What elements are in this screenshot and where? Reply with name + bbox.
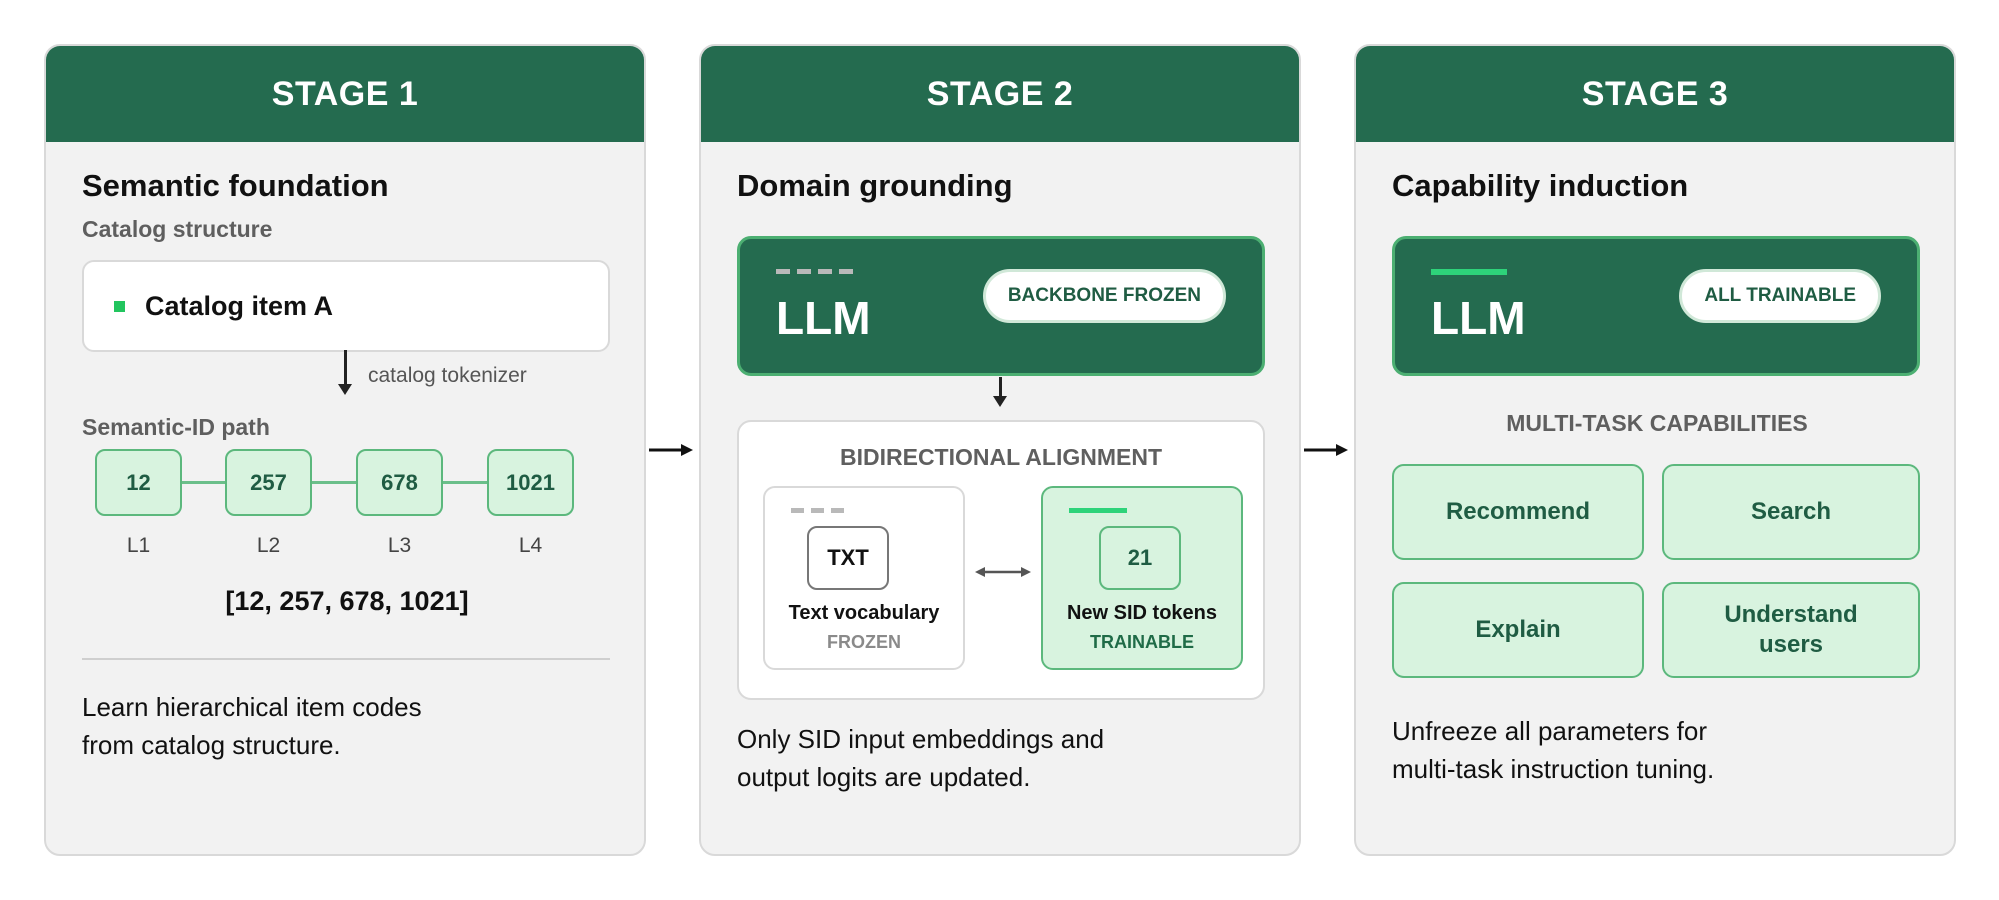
sid-array: [12, 257, 678, 1021] bbox=[225, 586, 469, 616]
new-sid-tokens-label: New SID tokens bbox=[1066, 602, 1218, 624]
stage-2-header: STAGE 2 bbox=[701, 46, 1299, 142]
stage-1-desc-line-1: Learn hierarchical item codes bbox=[82, 692, 422, 722]
stage-1-desc-line-2: from catalog structure. bbox=[82, 730, 341, 760]
sid-node-l3: 678 bbox=[356, 449, 443, 516]
bidirectional-alignment-box: BIDIRECTIONAL ALIGNMENT TXT Text vocabul… bbox=[737, 420, 1265, 700]
sid-path-label: Semantic-ID path bbox=[82, 414, 270, 440]
new-sid-tokens-box: 21 New SID tokens TRAINABLE bbox=[1041, 486, 1243, 670]
capability-understand-users: Understand users bbox=[1662, 582, 1920, 678]
arrow-head-icon bbox=[993, 396, 1007, 407]
stage-3-description: Unfreeze all parameters for multi-task i… bbox=[1392, 712, 1714, 788]
capability-search: Search bbox=[1662, 464, 1920, 560]
stage-3-header: STAGE 3 bbox=[1356, 46, 1954, 142]
catalog-item-label: Catalog item A bbox=[145, 290, 334, 321]
sid-node-l4: 1021 bbox=[487, 449, 574, 516]
llm-label: LLM bbox=[1431, 292, 1526, 344]
sid-node-l2: 257 bbox=[225, 449, 312, 516]
text-vocabulary-label: Text vocabulary bbox=[788, 602, 940, 624]
stage-3-desc-line-2: multi-task instruction tuning. bbox=[1392, 754, 1715, 784]
all-trainable-badge: ALL TRAINABLE bbox=[1679, 269, 1881, 323]
divider bbox=[82, 658, 610, 660]
catalog-item-box: Catalog item A bbox=[82, 260, 610, 352]
frozen-dashes-icon bbox=[791, 508, 844, 513]
txt-chip: TXT bbox=[807, 526, 889, 590]
stage-2-description: Only SID input embeddings and output log… bbox=[737, 720, 1104, 796]
stage-2-title: Domain grounding bbox=[737, 168, 1013, 203]
stage-1-title: Semantic foundation bbox=[82, 168, 389, 203]
alignment-title: BIDIRECTIONAL ALIGNMENT bbox=[840, 444, 1162, 470]
stage-1-header: STAGE 1 bbox=[46, 46, 644, 142]
trainable-bar-icon bbox=[1069, 508, 1127, 513]
arrow-right-icon bbox=[1304, 444, 1348, 456]
stage-1-panel: STAGE 1 Semantic foundation Catalog stru… bbox=[44, 44, 646, 856]
green-square-icon bbox=[114, 300, 125, 312]
llm-label: LLM bbox=[776, 292, 871, 344]
stage-2-desc-line-1: Only SID input embeddings and bbox=[737, 724, 1105, 754]
llm-trainable-box: LLM ALL TRAINABLE bbox=[1392, 236, 1920, 376]
backbone-frozen-badge: BACKBONE FROZEN bbox=[982, 269, 1226, 323]
stage-2-desc-line-2: output logits are updated. bbox=[737, 762, 1031, 792]
arrow-right-icon bbox=[649, 444, 693, 456]
double-arrow-icon bbox=[975, 567, 1031, 577]
sid-level-l3: L3 bbox=[387, 534, 412, 557]
frozen-dashes-icon bbox=[776, 269, 853, 274]
stage-2-panel: STAGE 2 Domain grounding LLM BACKBONE FR… bbox=[699, 44, 1301, 856]
stage-3-title: Capability induction bbox=[1392, 168, 1689, 203]
llm-frozen-box: LLM BACKBONE FROZEN bbox=[737, 236, 1265, 376]
trainable-bar-icon bbox=[1431, 269, 1507, 275]
trainable-state-label: TRAINABLE bbox=[1090, 632, 1194, 652]
catalog-structure-label: Catalog structure bbox=[82, 216, 273, 242]
capability-recommend: Recommend bbox=[1392, 464, 1644, 560]
sid-token-chip: 21 bbox=[1099, 526, 1181, 590]
frozen-state-label: FROZEN bbox=[827, 632, 901, 652]
sid-node-l1: 12 bbox=[95, 449, 182, 516]
capabilities-title: MULTI-TASK CAPABILITIES bbox=[1506, 410, 1808, 436]
stage-3-desc-line-1: Unfreeze all parameters for bbox=[1392, 716, 1708, 746]
sid-level-l1: L1 bbox=[126, 534, 151, 557]
arrow-down-icon bbox=[344, 350, 347, 388]
arrow-head-icon bbox=[338, 384, 352, 395]
sid-level-l4: L4 bbox=[518, 534, 543, 557]
stage-3-panel: STAGE 3 Capability induction LLM ALL TRA… bbox=[1354, 44, 1956, 856]
sid-level-l2: L2 bbox=[256, 534, 281, 557]
capability-explain: Explain bbox=[1392, 582, 1644, 678]
tokenizer-label: catalog tokenizer bbox=[368, 364, 527, 387]
stage-1-description: Learn hierarchical item codes from catal… bbox=[82, 688, 422, 764]
text-vocabulary-box: TXT Text vocabulary FROZEN bbox=[763, 486, 965, 670]
